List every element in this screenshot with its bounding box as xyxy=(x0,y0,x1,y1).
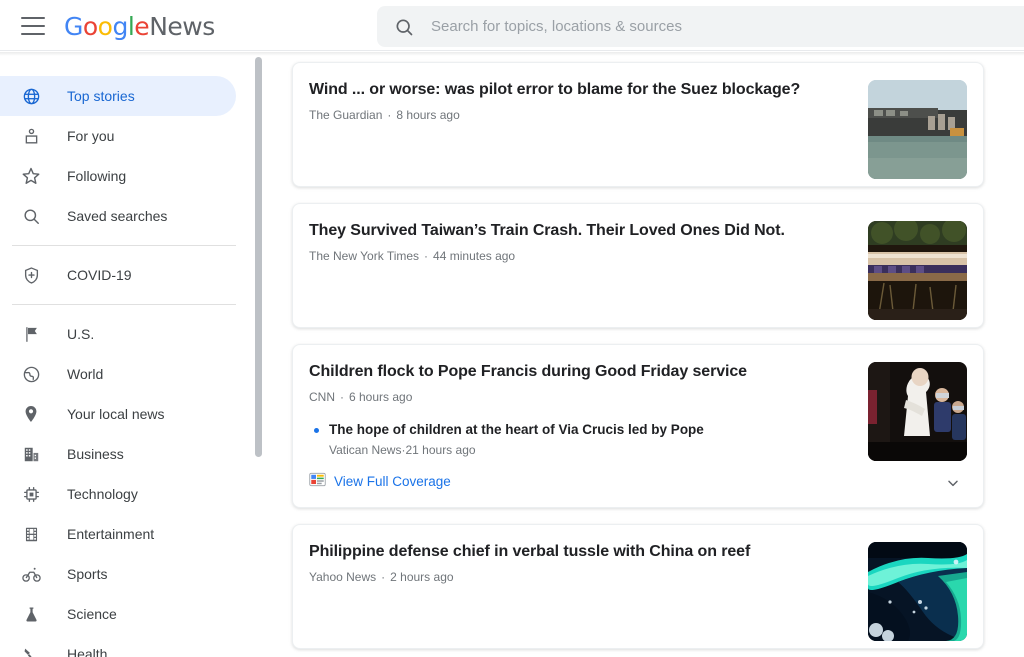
article-source: Yahoo News xyxy=(309,570,376,584)
hamburger-menu-icon[interactable] xyxy=(21,17,45,35)
sidebar-item-health[interactable]: Health xyxy=(0,634,236,657)
sidebar-item-for-you[interactable]: For you xyxy=(0,116,236,156)
sidebar-item-label: Following xyxy=(67,168,126,184)
header-divider xyxy=(0,50,1024,51)
sidebar-item-technology[interactable]: Technology xyxy=(0,474,236,514)
sidebar-item-business[interactable]: Business xyxy=(0,434,236,474)
article-thumbnail[interactable] xyxy=(868,80,967,179)
article-time: 44 minutes ago xyxy=(433,249,515,263)
bullet-icon xyxy=(314,428,319,433)
logo-letter-e: e xyxy=(134,12,149,41)
sub-story-meta: Vatican News·21 hours ago xyxy=(329,443,704,457)
sidebar-item-label: Top stories xyxy=(67,88,135,104)
article-thumbnail[interactable] xyxy=(868,542,967,641)
search-bar[interactable] xyxy=(377,6,1024,47)
sidebar-item-label: Saved searches xyxy=(67,208,167,224)
logo-letter-g2: g xyxy=(112,12,127,41)
logo-letter-o1: o xyxy=(83,12,98,41)
meta-separator: · xyxy=(381,570,385,584)
sidebar-item-following[interactable]: Following xyxy=(0,156,236,196)
article-meta: The Guardian · 8 hours ago xyxy=(309,108,833,122)
flask-icon xyxy=(20,603,42,625)
sidebar-nav: Top stories For you Following Saved sear… xyxy=(0,56,248,657)
article-card[interactable]: Philippine defense chief in verbal tussl… xyxy=(292,524,984,649)
flag-icon xyxy=(20,323,42,345)
health-icon xyxy=(20,643,42,657)
logo-news-word: News xyxy=(149,12,215,41)
bicycle-icon xyxy=(20,563,42,585)
sidebar-item-label: Sports xyxy=(67,566,107,582)
article-source: The New York Times xyxy=(309,249,419,263)
article-meta: Yahoo News · 2 hours ago xyxy=(309,570,833,584)
sidebar-item-label: Science xyxy=(67,606,117,622)
logo-letter-o2: o xyxy=(98,12,113,41)
google-news-logo[interactable]: GoogleNews xyxy=(64,14,215,39)
article-source: CNN xyxy=(309,390,335,404)
coverage-row: View Full Coverage xyxy=(309,471,833,491)
top-stories-feed: Wind ... or worse: was pilot error to bl… xyxy=(264,52,1024,657)
sidebar-item-saved-searches[interactable]: Saved searches xyxy=(0,196,236,236)
sub-story-time: 21 hours ago xyxy=(405,443,475,457)
sidebar-item-label: Technology xyxy=(67,486,138,502)
article-card[interactable]: Children flock to Pope Francis during Go… xyxy=(292,344,984,508)
person-box-icon xyxy=(20,125,42,147)
sidebar-item-world[interactable]: World xyxy=(0,354,236,394)
sidebar-item-label: Entertainment xyxy=(67,526,154,542)
article-headline[interactable]: Philippine defense chief in verbal tussl… xyxy=(309,541,833,563)
search-input[interactable] xyxy=(431,14,951,40)
sidebar-item-label: Health xyxy=(67,646,107,657)
article-card[interactable]: Wind ... or worse: was pilot error to bl… xyxy=(292,62,984,187)
sidebar-item-science[interactable]: Science xyxy=(0,594,236,634)
location-pin-icon xyxy=(20,403,42,425)
chevron-down-icon[interactable] xyxy=(943,473,963,493)
sub-story-source: Vatican News xyxy=(329,443,401,457)
chip-icon xyxy=(20,483,42,505)
star-icon xyxy=(20,165,42,187)
sidebar-item-label: Business xyxy=(67,446,124,462)
article-source: The Guardian xyxy=(309,108,382,122)
app-header: GoogleNews xyxy=(0,0,1024,52)
world-globe-icon xyxy=(20,363,42,385)
sidebar-item-covid-19[interactable]: COVID-19 xyxy=(0,255,236,295)
search-icon xyxy=(20,205,42,227)
article-time: 8 hours ago xyxy=(396,108,459,122)
article-card[interactable]: They Survived Taiwan’s Train Crash. Thei… xyxy=(292,203,984,328)
sidebar-item-your-local-news[interactable]: Your local news xyxy=(0,394,236,434)
sidebar-item-label: COVID-19 xyxy=(67,267,132,283)
building-icon xyxy=(20,443,42,465)
article-headline[interactable]: Children flock to Pope Francis during Go… xyxy=(309,361,833,383)
sidebar-item-label: World xyxy=(67,366,103,382)
article-time: 6 hours ago xyxy=(349,390,412,404)
sidebar-item-label: Your local news xyxy=(67,406,165,422)
sidebar-divider-2 xyxy=(12,304,236,305)
coverage-label: View Full Coverage xyxy=(334,474,451,489)
article-meta: CNN · 6 hours ago xyxy=(309,390,833,404)
meta-separator: · xyxy=(340,390,344,404)
sidebar-item-sports[interactable]: Sports xyxy=(0,554,236,594)
sidebar-item-entertainment[interactable]: Entertainment xyxy=(0,514,236,554)
sidebar-divider-1 xyxy=(12,245,236,246)
full-coverage-icon xyxy=(309,471,326,491)
logo-letter-g1: G xyxy=(64,12,83,41)
view-full-coverage-link[interactable]: View Full Coverage xyxy=(309,471,451,491)
film-strip-icon xyxy=(20,523,42,545)
sidebar-item-label: U.S. xyxy=(67,326,94,342)
scrollbar-thumb[interactable] xyxy=(255,57,262,457)
sidebar-item-label: For you xyxy=(67,128,114,144)
article-meta: The New York Times · 44 minutes ago xyxy=(309,249,833,263)
article-thumbnail[interactable] xyxy=(868,221,967,320)
article-thumbnail[interactable] xyxy=(868,362,967,461)
sidebar-item-us[interactable]: U.S. xyxy=(0,314,236,354)
meta-separator: · xyxy=(424,249,428,263)
meta-separator: · xyxy=(387,108,391,122)
article-time: 2 hours ago xyxy=(390,570,453,584)
sub-story[interactable]: The hope of children at the heart of Via… xyxy=(309,420,833,457)
search-icon xyxy=(394,17,414,37)
shield-plus-icon xyxy=(20,264,42,286)
article-headline[interactable]: They Survived Taiwan’s Train Crash. Thei… xyxy=(309,220,833,242)
sidebar-item-top-stories[interactable]: Top stories xyxy=(0,76,236,116)
sub-story-headline[interactable]: The hope of children at the heart of Via… xyxy=(329,420,704,439)
article-headline[interactable]: Wind ... or worse: was pilot error to bl… xyxy=(309,79,833,101)
globe-icon xyxy=(20,85,42,107)
